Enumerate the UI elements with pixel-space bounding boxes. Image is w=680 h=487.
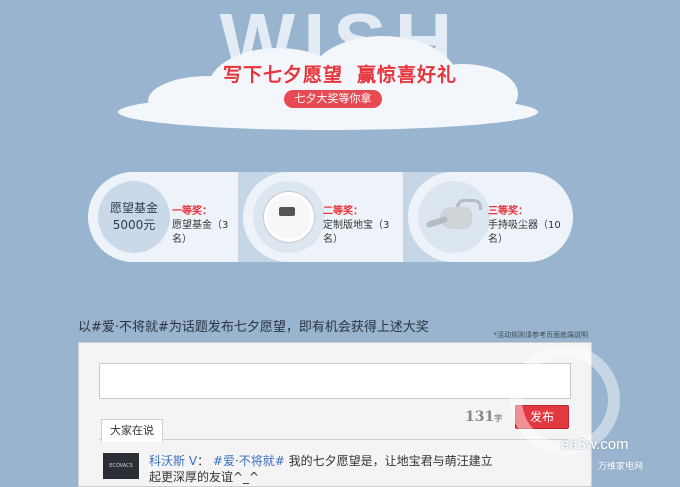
tab-everyone-says[interactable]: 大家在说 xyxy=(101,419,163,442)
prize-desc-second: 定制版地宝（3名） xyxy=(323,220,390,245)
prize-desc-third: 手持吸尘器（10名） xyxy=(488,220,561,245)
rules-note: *活动规则请参考页面底端说明 xyxy=(493,331,589,339)
wish-input[interactable] xyxy=(99,363,571,399)
prize-rank-second: 二等奖： xyxy=(323,206,363,217)
post-author-link[interactable]: 科沃斯 xyxy=(149,454,185,468)
hero-pill-badge[interactable]: 七夕大奖等你拿 xyxy=(284,90,382,108)
hero-title-right: 赢惊喜好礼 xyxy=(357,64,458,86)
handheld-vacuum-medal xyxy=(418,181,490,253)
hero-title: 写下七夕愿望 赢惊喜好礼 xyxy=(0,60,680,87)
prize-card-second: 二等奖： 定制版地宝（3名） xyxy=(243,172,403,262)
handheld-vacuum-icon xyxy=(425,197,482,237)
post-hashtag-link[interactable]: #爱·不将就# xyxy=(213,454,285,468)
prize-card-first: 愿望基金 5000元 一等奖： 愿望基金（3名） xyxy=(88,172,238,262)
prize-desc-first: 愿望基金（3名） xyxy=(172,220,229,245)
post-separator: ： xyxy=(197,454,210,468)
robot-vacuum-icon xyxy=(264,192,314,242)
avatar[interactable]: ECOVACS xyxy=(103,453,139,479)
prize-fund-medal: 愿望基金 5000元 xyxy=(98,181,170,253)
char-counter-unit: 字 xyxy=(494,413,503,423)
prize-rank-third: 三等奖： xyxy=(488,206,528,217)
medal-line-1: 愿望基金 xyxy=(109,201,158,215)
prize-card-third: 三等奖： 手持吸尘器（10名） xyxy=(408,172,573,262)
verified-badge: V xyxy=(188,454,198,468)
post-text-line-1: 我的七夕愿望是，让地宝君与萌汪建立 xyxy=(288,454,493,468)
robot-vacuum-medal xyxy=(253,181,325,253)
campaign-intro: 以#爱·不将就#为话题发布七夕愿望，即有机会获得上述大奖 xyxy=(78,320,429,335)
prize-rank-first: 一等奖： xyxy=(172,206,212,217)
post-text-line-2: 起更深厚的友谊^_^ xyxy=(149,470,260,484)
hero-title-left: 写下七夕愿望 xyxy=(222,64,343,86)
medal-line-2: 5000元 xyxy=(112,218,156,232)
char-counter: 131字 xyxy=(465,409,502,425)
tab-divider xyxy=(99,439,569,440)
watermark-sub: 万维家电网 xyxy=(598,462,644,472)
char-counter-value: 131 xyxy=(465,409,495,425)
feed-post: 科沃斯 V： #爱·不将就# 我的七夕愿望是，让地宝君与萌汪建立 起更深厚的友谊… xyxy=(149,453,509,485)
watermark-brand: ea3w.com xyxy=(561,436,629,453)
